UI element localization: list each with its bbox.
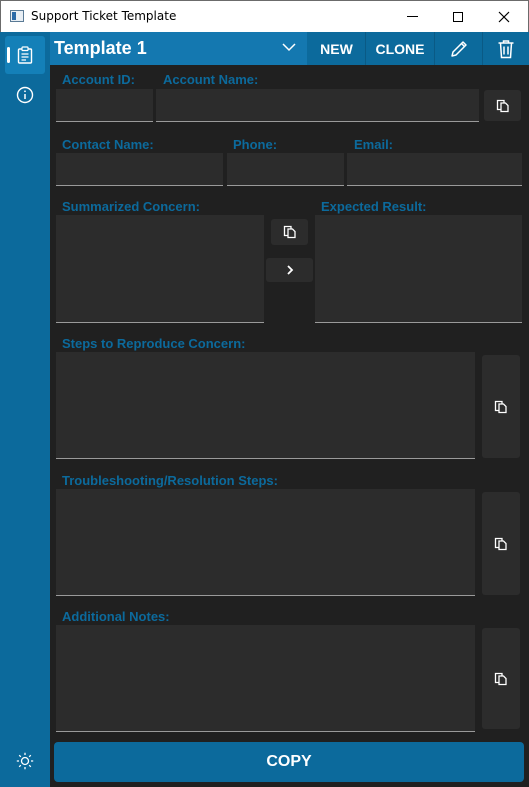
edit-button[interactable] [435, 32, 482, 65]
maximize-icon [453, 11, 463, 22]
steps-field[interactable] [56, 352, 475, 459]
new-button[interactable]: NEW [308, 32, 365, 65]
expected-result-label: Expected Result: [321, 199, 427, 214]
copy-troubleshooting-button[interactable] [482, 492, 520, 595]
copy-account-button[interactable] [484, 90, 521, 121]
sidebar-item-template[interactable] [5, 36, 45, 74]
trash-icon [498, 39, 514, 58]
phone-field[interactable] [227, 153, 344, 186]
copy-notes-button[interactable] [482, 628, 520, 729]
template-select[interactable]: Template 1 [50, 32, 307, 65]
maximize-button[interactable] [435, 1, 481, 32]
app-icon [10, 10, 24, 22]
summarized-concern-field[interactable] [56, 215, 264, 323]
copy-concern-button[interactable] [271, 219, 308, 245]
active-indicator [7, 47, 10, 63]
steps-label: Steps to Reproduce Concern: [62, 336, 246, 351]
troubleshooting-label: Troubleshooting/Resolution Steps: [62, 473, 278, 488]
theme-toggle-button[interactable] [5, 742, 45, 780]
minimize-icon [406, 16, 418, 17]
notes-label: Additional Notes: [62, 609, 170, 624]
email-field[interactable] [347, 153, 522, 186]
sun-icon [16, 752, 34, 770]
copy-all-button[interactable]: COPY [54, 742, 524, 782]
title-bar: Support Ticket Template [0, 0, 529, 32]
contact-name-label: Contact Name: [62, 137, 154, 152]
phone-label: Phone: [233, 137, 278, 152]
expected-result-field[interactable] [315, 215, 522, 323]
summarized-concern-label: Summarized Concern: [62, 199, 200, 214]
account-name-label: Account Name: [163, 72, 259, 87]
template-select-value: Template 1 [54, 38, 147, 58]
sidebar-item-about[interactable] [5, 76, 45, 114]
troubleshooting-field[interactable] [56, 489, 475, 596]
transfer-button[interactable] [266, 258, 313, 282]
info-icon [16, 86, 34, 104]
chevron-right-icon [286, 265, 293, 275]
close-icon [498, 11, 510, 22]
copy-icon [494, 672, 507, 685]
chevron-down-icon [282, 43, 296, 52]
sidebar [0, 32, 50, 787]
copy-icon [496, 99, 509, 112]
delete-button[interactable] [483, 32, 529, 65]
account-id-label: Account ID: [62, 72, 135, 87]
copy-icon [494, 537, 507, 550]
window-title: Support Ticket Template [31, 9, 177, 23]
email-label: Email: [354, 137, 394, 152]
notes-field[interactable] [56, 625, 475, 732]
clipboard-icon [17, 46, 33, 64]
close-button[interactable] [481, 1, 527, 32]
account-name-field[interactable] [156, 89, 479, 122]
minimize-button[interactable] [389, 1, 435, 32]
copy-steps-button[interactable] [482, 355, 520, 458]
contact-name-field[interactable] [56, 153, 223, 186]
copy-icon [283, 225, 296, 239]
toolbar: Template 1 NEW CLONE [50, 32, 529, 65]
copy-icon [494, 400, 507, 413]
pencil-icon [450, 40, 467, 57]
account-id-field[interactable] [56, 89, 153, 122]
clone-button[interactable]: CLONE [366, 32, 434, 65]
